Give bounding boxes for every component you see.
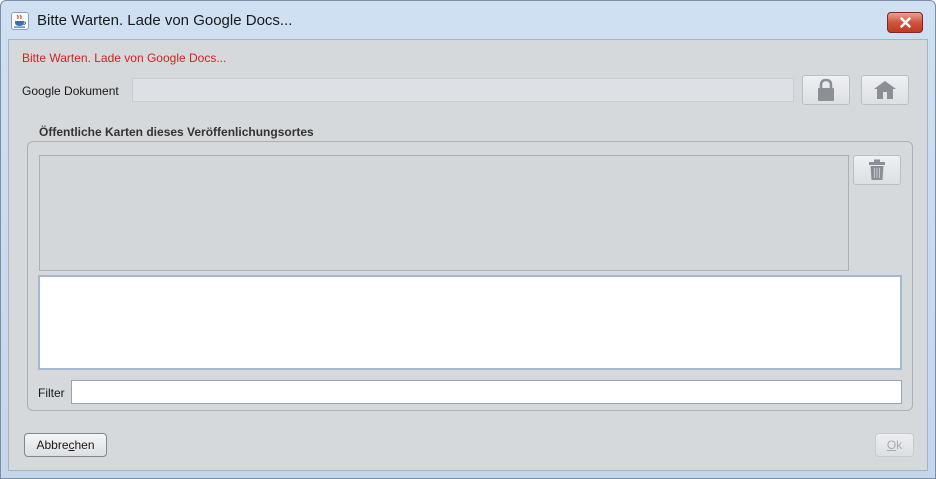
lock-icon [818,78,834,101]
filter-input[interactable] [71,380,902,404]
google-document-label: Google Dokument [22,84,119,98]
public-maps-group: Filter [27,141,913,411]
cancel-label-end: hen [74,438,95,452]
window-title: Bitte Warten. Lade von Google Docs... [37,12,293,29]
ok-mnemonic: O [886,438,897,452]
filter-label: Filter [38,386,65,400]
ok-label-end: k [896,438,903,452]
status-message: Bitte Warten. Lade von Google Docs... [22,51,227,65]
ok-button[interactable]: Ok [875,433,914,457]
lock-button[interactable] [802,75,850,105]
delete-button[interactable] [853,155,901,185]
public-maps-title: Öffentliche Karten dieses Veröffenlichun… [39,125,314,139]
google-document-field[interactable] [132,78,794,102]
map-preview-area[interactable] [38,275,902,370]
cancel-label-start: Abbre [36,438,69,452]
close-icon [900,17,911,28]
close-button[interactable] [887,12,923,33]
title-bar[interactable]: Bitte Warten. Lade von Google Docs... [1,1,935,39]
public-maps-list[interactable] [39,155,849,271]
dialog-content: Bitte Warten. Lade von Google Docs... Go… [8,39,928,471]
home-icon [874,81,896,99]
dialog-window: Bitte Warten. Lade von Google Docs... Bi… [0,0,936,479]
home-button[interactable] [861,75,909,105]
trash-icon [869,159,885,180]
java-cup-icon [11,12,29,30]
cancel-button[interactable]: Abbrechen [24,433,107,457]
